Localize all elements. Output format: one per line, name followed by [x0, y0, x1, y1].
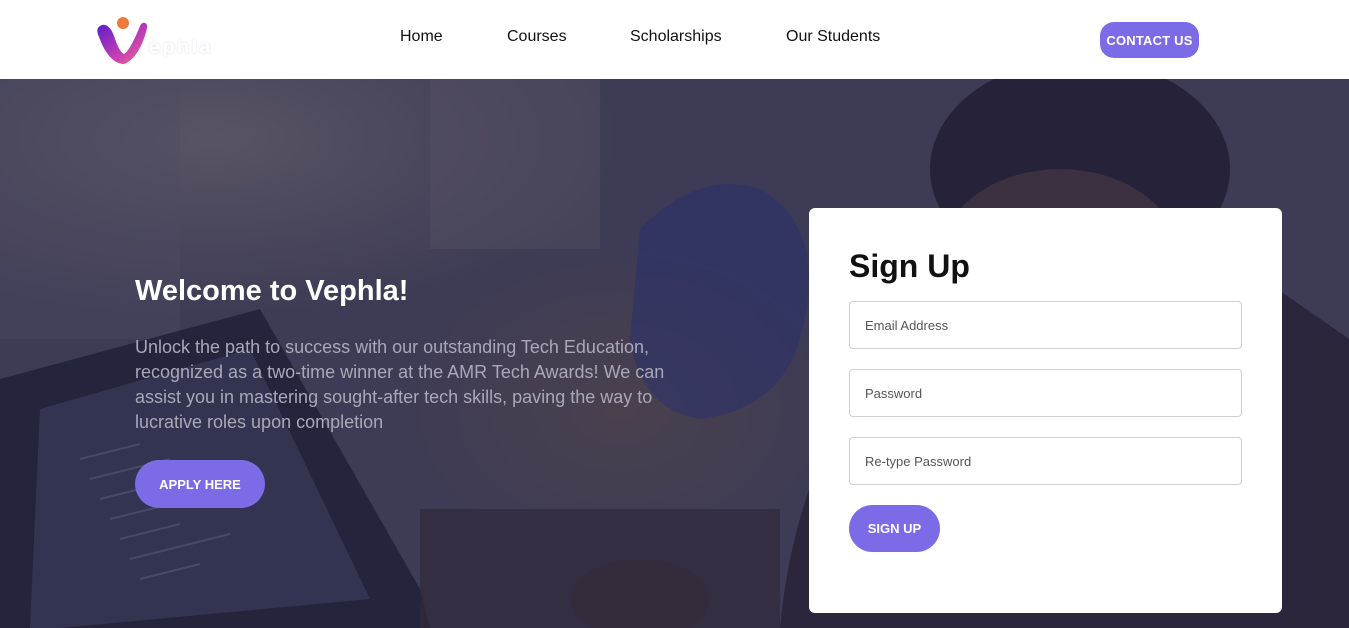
site-header: ephla Home Courses Scholarships Our Stud… [0, 0, 1349, 79]
apply-here-button[interactable]: APPLY HERE [135, 460, 265, 508]
nav-link-home[interactable]: Home [400, 28, 443, 46]
hero-section: Welcome to Vephla! Unlock the path to su… [0, 79, 1349, 628]
sign-up-button[interactable]: SIGN UP [849, 505, 940, 552]
signup-title: Sign Up [849, 248, 970, 284]
nav-link-courses[interactable]: Courses [507, 28, 567, 46]
hero-title: Welcome to Vephla! [135, 275, 409, 307]
contact-us-button[interactable]: CONTACT US [1100, 22, 1199, 58]
nav-link-scholarships[interactable]: Scholarships [630, 28, 722, 46]
signup-card: Sign Up SIGN UP [809, 208, 1282, 613]
hero-description: Unlock the path to success with our outs… [135, 337, 665, 432]
email-field[interactable] [849, 301, 1242, 349]
nav-link-our-students[interactable]: Our Students [786, 28, 880, 46]
password-field[interactable] [849, 369, 1242, 417]
retype-password-field[interactable] [849, 437, 1242, 485]
